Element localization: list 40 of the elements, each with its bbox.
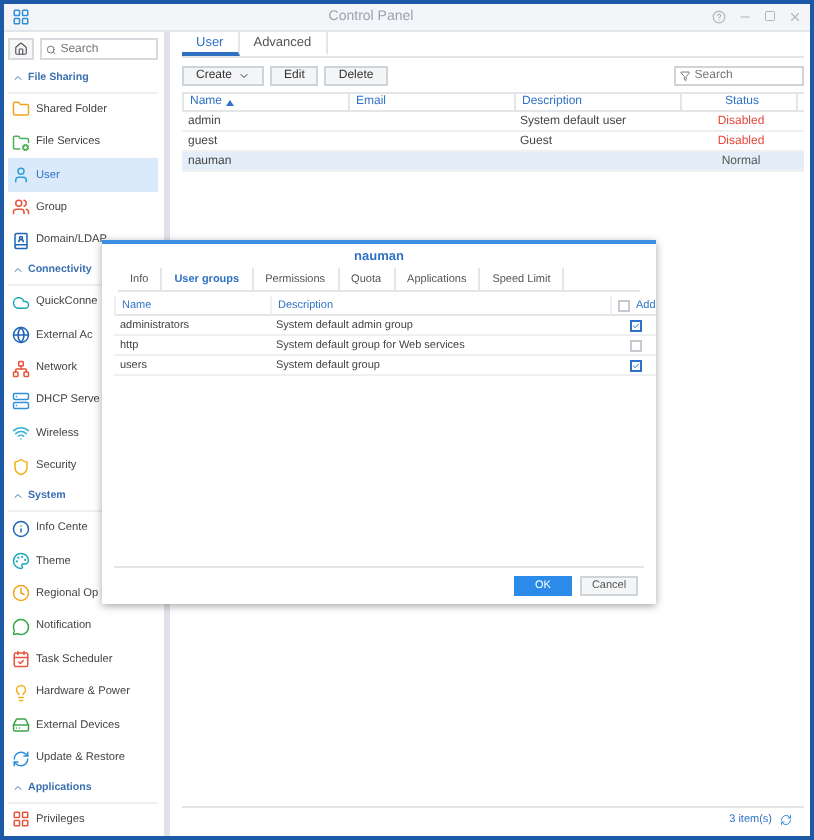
app-icon: [12, 8, 30, 26]
home-button[interactable]: [8, 38, 34, 60]
server-icon: [12, 391, 30, 410]
grid-icon: [12, 810, 30, 829]
checkbox[interactable]: [629, 359, 642, 371]
users-icon: [12, 198, 30, 217]
home-icon: [14, 42, 28, 56]
checkbox[interactable]: [629, 319, 642, 331]
lightbulb-icon: [12, 683, 30, 702]
refresh-icon: [12, 749, 30, 768]
address-book-icon: [12, 231, 30, 250]
search-icon: [46, 43, 57, 55]
chevron-up-icon: [12, 490, 24, 503]
calendar-check-icon: [12, 650, 30, 669]
refresh-icon[interactable]: [780, 814, 792, 826]
hard-drive-icon: [12, 716, 30, 735]
help-icon[interactable]: [712, 10, 726, 24]
clock-icon: [12, 584, 30, 603]
folder-gear-icon: [12, 133, 30, 152]
network-icon: [12, 359, 30, 378]
chevron-up-icon: [12, 781, 24, 794]
sort-arrow-icon: [226, 99, 235, 105]
shield-icon: [12, 457, 30, 476]
palette-icon: [12, 552, 30, 571]
chevron-up-icon: [12, 264, 24, 277]
user-icon: [12, 166, 30, 185]
caret-icon[interactable]: [238, 70, 251, 82]
checkbox[interactable]: [618, 299, 630, 311]
checkbox[interactable]: [629, 339, 642, 351]
cloud-icon: [12, 293, 30, 312]
info-icon: [12, 519, 30, 538]
maximize-icon[interactable]: [764, 10, 776, 22]
chat-bubble-icon: [12, 617, 30, 636]
wifi-icon: [12, 424, 30, 443]
folder-icon: [12, 100, 30, 119]
globe-icon: [12, 326, 30, 345]
minimize-icon[interactable]: [738, 10, 752, 24]
filter-icon: [680, 70, 691, 82]
chevron-up-icon: [12, 71, 24, 84]
close-icon[interactable]: [788, 10, 802, 24]
